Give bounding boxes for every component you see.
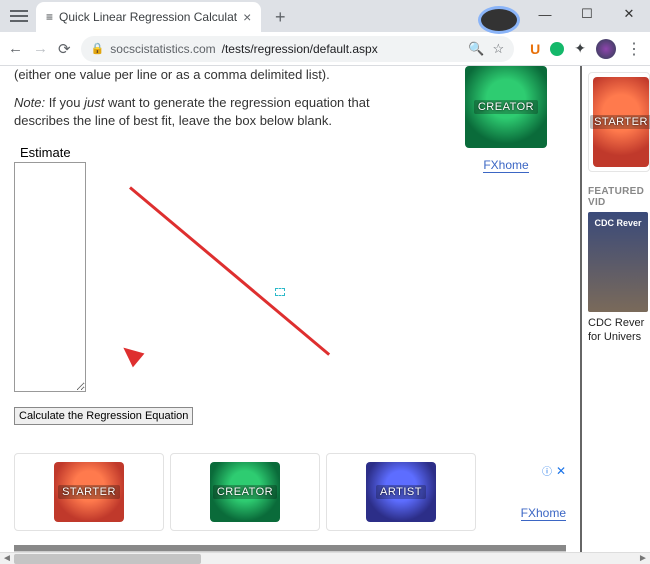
estimate-textarea[interactable] (14, 162, 86, 392)
window-maximize-button[interactable]: ☐ (566, 0, 608, 28)
extension-grammarly-icon[interactable] (550, 42, 564, 56)
tab-favicon: ≡ (46, 10, 53, 24)
featured-heading: FEATURED VID (588, 186, 650, 208)
ad-creator-logo[interactable]: CREATOR (465, 66, 547, 148)
extensions-menu-icon[interactable]: ✦ (574, 40, 586, 57)
estimate-label: Estimate (20, 145, 426, 160)
forward-button[interactable]: → (33, 40, 48, 57)
window-controls: ― ☐ ✕ (478, 0, 650, 32)
browser-tab-active[interactable]: ≡ Quick Linear Regression Calculat × (36, 2, 261, 32)
scroll-right-arrow[interactable]: ► (636, 553, 650, 564)
artifact-marker (275, 288, 285, 296)
back-button[interactable]: ← (8, 40, 23, 57)
browser-menu-icon[interactable]: ⋮ (626, 39, 642, 59)
note-text: Note: If you just want to generate the r… (14, 94, 426, 130)
ad-close-icon[interactable]: ✕ (556, 464, 566, 478)
sidebar-ad-top: CREATOR FXhome (446, 66, 566, 425)
extension-u-icon[interactable]: U (530, 41, 540, 57)
scroll-left-arrow[interactable]: ◄ (0, 553, 14, 564)
calculate-regression-button[interactable]: Calculate the Regression Equation (14, 407, 193, 425)
zoom-icon[interactable]: 🔍 (468, 41, 484, 57)
ad-meta: ⓘ ✕ FXhome (521, 463, 566, 521)
intro-text-tail: (either one value per line or as a comma… (14, 66, 426, 84)
ad-info-icon[interactable]: ⓘ (542, 467, 552, 478)
featured-video-thumb[interactable]: CDC Rever (588, 212, 648, 312)
tab-title: Quick Linear Regression Calculat (59, 10, 237, 24)
profile-avatar[interactable] (596, 39, 616, 59)
bottom-ad-row: STARTER CREATOR ARTIST ⓘ ✕ FXhome (14, 453, 566, 531)
url-path: /tests/regression/default.aspx (222, 42, 378, 56)
account-indicator-icon[interactable] (478, 6, 520, 34)
tab-close-icon[interactable]: × (243, 9, 251, 25)
lock-icon: 🔒 (91, 42, 105, 55)
ad-card-creator[interactable]: CREATOR (170, 453, 320, 531)
window-minimize-button[interactable]: ― (524, 0, 566, 28)
extensions-area: U ✦ ⋮ (530, 39, 642, 59)
ad-card-starter[interactable]: STARTER (14, 453, 164, 531)
main-content: (either one value per line or as a comma… (0, 66, 582, 552)
bookmark-icon[interactable]: ☆ (492, 41, 504, 57)
address-bar[interactable]: 🔒 socscistatistics.com/tests/regression/… (81, 36, 515, 62)
featured-video-caption: CDC Rever for Univers (588, 316, 650, 345)
new-tab-button[interactable]: + (267, 4, 293, 30)
browser-toolbar: ← → ⟳ 🔒 socscistatistics.com/tests/regre… (0, 32, 650, 66)
page-viewport: (either one value per line or as a comma… (0, 66, 650, 552)
horizontal-scrollbar[interactable]: ◄ ► (0, 552, 650, 564)
window-close-button[interactable]: ✕ (608, 0, 650, 28)
url-host: socscistatistics.com (110, 42, 215, 56)
browser-titlebar: ≡ Quick Linear Regression Calculat × + ―… (0, 0, 650, 32)
note-prefix: Note: (14, 95, 45, 110)
ad-link-fxhome-top[interactable]: FXhome (483, 158, 528, 173)
reload-button[interactable]: ⟳ (58, 40, 71, 58)
scroll-thumb[interactable] (14, 554, 201, 564)
ad-link-fxhome-bottom[interactable]: FXhome (521, 506, 566, 521)
right-rail: STARTER FEATURED VID CDC Rever CDC Rever… (582, 66, 650, 552)
app-menu-icon[interactable] (10, 10, 28, 22)
rail-ad-starter[interactable]: STARTER (588, 72, 650, 172)
ad-card-artist[interactable]: ARTIST (326, 453, 476, 531)
